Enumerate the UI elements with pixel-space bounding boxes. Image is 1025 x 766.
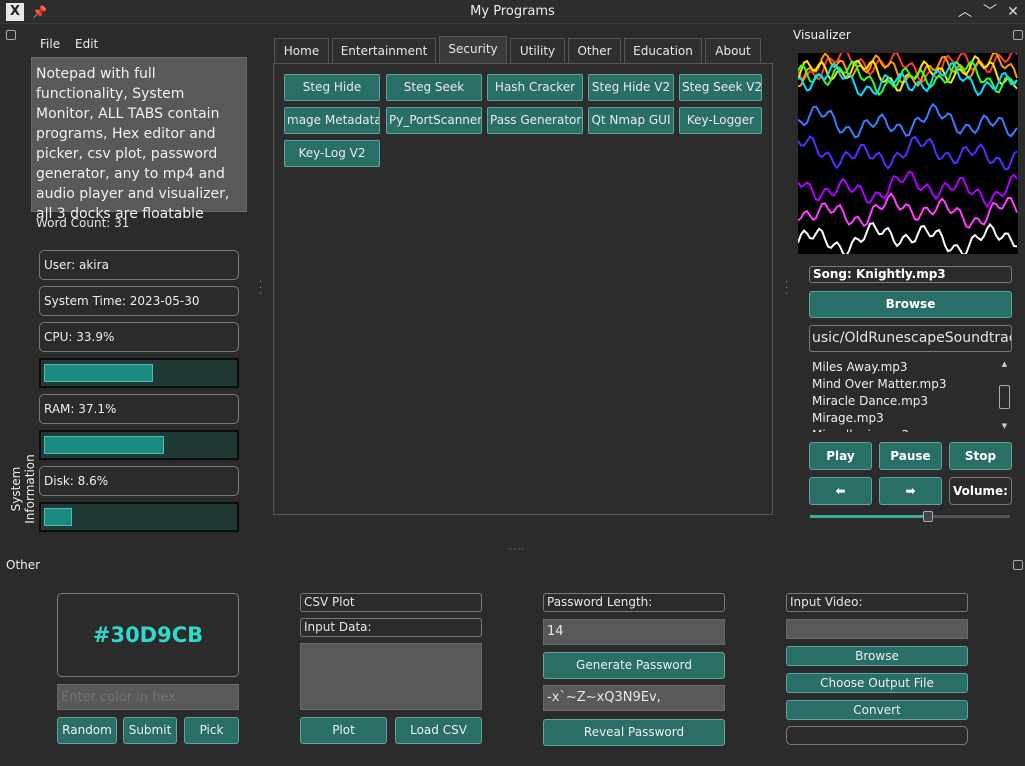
image-metadata-button[interactable]: mage Metadata: [284, 107, 380, 134]
audio-visualizer: [797, 48, 1018, 258]
steg-hide-button[interactable]: Steg Hide: [284, 74, 380, 101]
volume-slider-handle[interactable]: [923, 511, 933, 522]
browse-music-button[interactable]: Browse: [809, 291, 1012, 318]
chevron-down-icon[interactable]: ﹀: [980, 2, 1000, 22]
csv-input-data[interactable]: [300, 643, 482, 710]
tab-security[interactable]: Security: [439, 36, 507, 64]
waveform-line: [797, 170, 1018, 208]
scroll-up-icon[interactable]: ▲: [999, 359, 1010, 369]
steg-seek-v2-button[interactable]: Steg Seek V2: [679, 74, 762, 101]
waveform-line: [797, 222, 1018, 258]
browse-video-button[interactable]: Browse: [786, 646, 968, 666]
user-field: User: akira: [39, 250, 239, 280]
tab-utility[interactable]: Utility: [510, 38, 565, 63]
key-logger-button[interactable]: Key-Logger: [679, 107, 762, 134]
convert-button[interactable]: Convert: [786, 700, 968, 720]
disk-field: Disk: 8.6%: [39, 466, 239, 496]
pass-generator-button[interactable]: Pass Generator: [487, 107, 583, 134]
menu-edit[interactable]: Edit: [75, 37, 98, 55]
volume-slider-fill: [810, 515, 923, 518]
splitter-handle-bottom[interactable]: ······: [508, 546, 526, 554]
password-length-input[interactable]: 14: [543, 619, 725, 645]
chevron-up-icon[interactable]: ︿: [955, 2, 975, 22]
float-dock-icon[interactable]: [1013, 30, 1023, 40]
scroll-down-icon[interactable]: ▼: [999, 421, 1010, 431]
system-time-field: System Time: 2023-05-30 01:38:48: [39, 286, 239, 336]
list-item[interactable]: Miscellania.mp3: [812, 427, 992, 432]
ram-field: RAM: 37.1%: [39, 394, 239, 424]
playlist-scrollbar[interactable]: ▲ ▼: [998, 359, 1011, 431]
song-name-field: Song: Knightly.mp3: [809, 266, 1012, 283]
stop-button[interactable]: Stop: [949, 442, 1012, 470]
tab-other[interactable]: Other: [568, 38, 621, 63]
hex-color-input[interactable]: [57, 684, 239, 710]
float-dock-icon[interactable]: [6, 30, 16, 40]
disk-progress-fill: [44, 508, 72, 526]
other-dock-title[interactable]: Other: [6, 558, 40, 572]
tab-entertainment[interactable]: Entertainment: [332, 38, 436, 63]
csv-plot-title: CSV Plot: [300, 593, 482, 612]
waveform-line: [797, 102, 1018, 139]
random-color-button[interactable]: Random: [57, 717, 117, 744]
cpu-progress-fill: [44, 364, 153, 382]
waveform-line: [797, 192, 1018, 230]
tab-about[interactable]: About: [705, 38, 761, 63]
hash-cracker-button[interactable]: Hash Cracker: [487, 74, 583, 101]
load-csv-button[interactable]: Load CSV: [395, 717, 482, 744]
submit-color-button[interactable]: Submit: [123, 717, 177, 744]
splitter-handle-right[interactable]: · · ·: [785, 278, 789, 300]
csv-input-label: Input Data:: [300, 618, 482, 637]
password-length-label: Password Length:: [543, 593, 725, 612]
choose-output-file-button[interactable]: Choose Output File: [786, 673, 968, 693]
reveal-password-button[interactable]: Reveal Password: [543, 719, 725, 746]
ram-progress-fill: [44, 436, 164, 454]
tab-education[interactable]: Education: [624, 38, 702, 63]
splitter-handle-left[interactable]: · · ·: [259, 278, 263, 300]
list-item[interactable]: Mirage.mp3: [812, 410, 992, 427]
word-count: Word Count: 31: [36, 216, 130, 230]
password-output[interactable]: -x`~Z~xQ3N9Ev,: [543, 685, 725, 711]
pause-button[interactable]: Pause: [879, 442, 942, 470]
ram-progress-bar: [39, 430, 239, 460]
conversion-progress-field: [786, 726, 968, 745]
list-item[interactable]: Miles Away.mp3: [812, 359, 992, 376]
previous-track-button[interactable]: ⬅: [809, 477, 872, 505]
pick-color-button[interactable]: Pick: [184, 717, 239, 744]
cpu-progress-bar: [39, 358, 239, 388]
visualizer-dock-title[interactable]: Visualizer: [793, 28, 851, 42]
list-item[interactable]: Miracle Dance.mp3: [812, 393, 992, 410]
tab-home[interactable]: Home: [274, 38, 329, 63]
steg-hide-v2-button[interactable]: Steg Hide V2: [588, 74, 674, 101]
notepad-text[interactable]: Notepad with full functionality, System …: [31, 57, 247, 222]
disk-progress-bar: [39, 502, 239, 532]
close-icon[interactable]: ✕: [1003, 2, 1023, 22]
generate-password-button[interactable]: Generate Password: [543, 652, 725, 679]
waveform-line: [797, 135, 1018, 171]
scroll-handle[interactable]: [999, 385, 1010, 409]
play-button[interactable]: Play: [809, 442, 872, 470]
next-track-button[interactable]: ➡: [879, 477, 942, 505]
cpu-field: CPU: 33.9%: [39, 322, 239, 352]
menu-file[interactable]: File: [40, 37, 60, 55]
input-video-field[interactable]: [786, 619, 968, 639]
window-title: My Programs: [470, 4, 555, 19]
volume-label: Volume:: [949, 477, 1012, 505]
list-item[interactable]: Mind Over Matter.mp3: [812, 376, 992, 393]
volume-slider[interactable]: [810, 510, 1010, 524]
py-portscanner-button[interactable]: Py_PortScanner: [386, 107, 482, 134]
plot-button[interactable]: Plot: [300, 717, 387, 744]
qt-nmap-gui-button[interactable]: Qt Nmap GUI: [588, 107, 674, 134]
music-path-field[interactable]: usic/OldRunescapeSoundtrack: [809, 325, 1012, 352]
hex-color-value: #30D9CB: [92, 623, 204, 647]
waveform-graphic: [797, 48, 1018, 258]
key-log-v2-button[interactable]: Key-Log V2: [284, 140, 380, 167]
steg-seek-button[interactable]: Steg Seek: [386, 74, 482, 101]
input-video-label: Input Video:: [786, 593, 968, 612]
float-dock-icon[interactable]: [1013, 560, 1023, 570]
system-info-dock-title[interactable]: System Information: [9, 434, 37, 544]
